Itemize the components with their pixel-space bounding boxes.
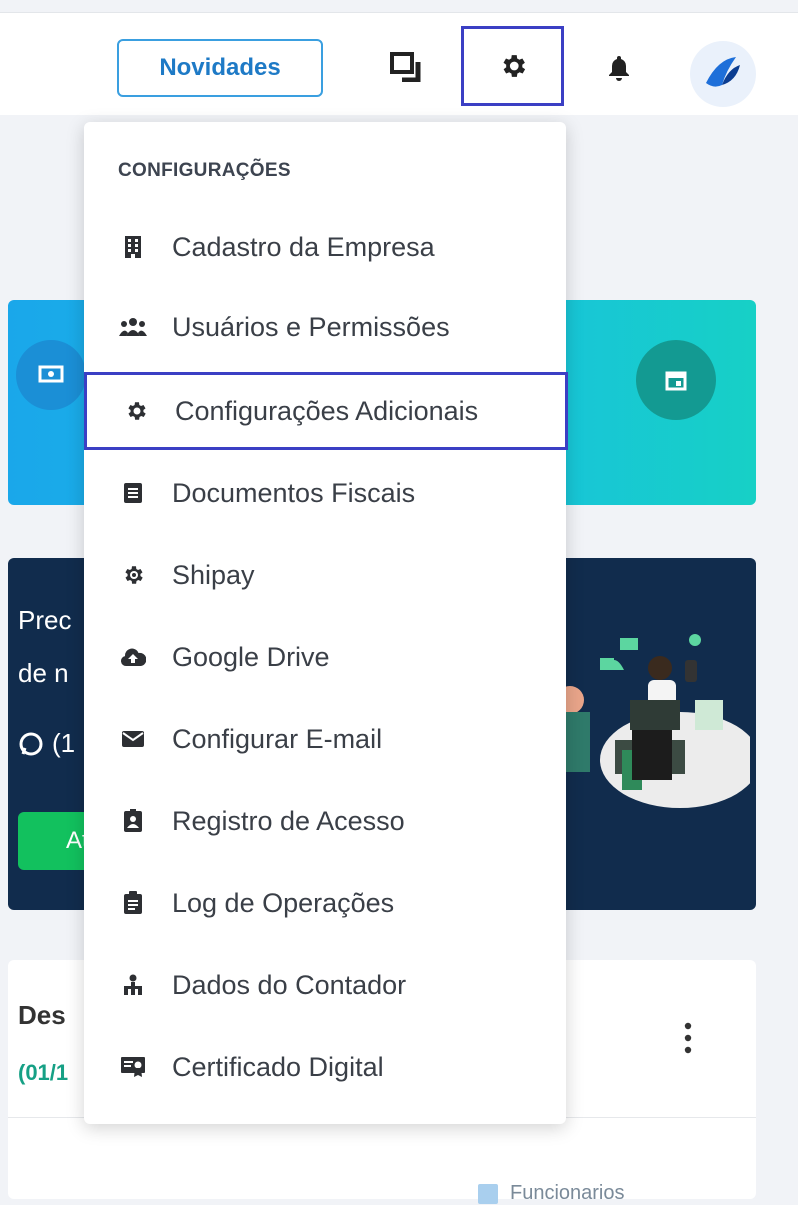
clipboard-icon — [118, 888, 148, 918]
menu-item-certificado-digital[interactable]: Certificado Digital — [84, 1028, 566, 1106]
id-badge-icon — [118, 806, 148, 836]
top-bar: Novidades — [0, 12, 798, 115]
gear-icon — [121, 396, 151, 426]
menu-item-label: Registro de Acesso — [172, 805, 405, 836]
menu-item-cadastro-empresa[interactable]: Cadastro da Empresa — [84, 208, 566, 286]
shipay-gear-icon — [118, 560, 148, 590]
menu-item-configurar-email[interactable]: Configurar E-mail — [84, 700, 566, 778]
document-icon — [118, 478, 148, 508]
menu-item-shipay[interactable]: Shipay — [84, 536, 566, 614]
menu-item-log-operacoes[interactable]: Log de Operações — [84, 864, 566, 942]
windows-icon[interactable] — [382, 45, 432, 89]
legend-swatch — [478, 1184, 498, 1204]
settings-dropdown: CONFIGURAÇÕES Cadastro da Empresa Usuári… — [84, 122, 568, 1124]
menu-item-label: Usuários e Permissões — [172, 311, 450, 342]
menu-item-label: Cadastro da Empresa — [172, 231, 435, 262]
legend-label: Funcionarios — [510, 1182, 625, 1204]
novidades-button[interactable]: Novidades — [117, 39, 323, 97]
promo-whatsapp-number: (1 — [52, 728, 76, 758]
menu-item-label: Shipay — [172, 559, 255, 590]
calendar-icon — [636, 340, 716, 420]
avatar[interactable] — [690, 41, 756, 107]
menu-item-label: Configurações Adicionais — [175, 395, 479, 426]
more-options-icon[interactable] — [682, 1018, 694, 1058]
envelope-icon — [118, 724, 148, 754]
gear-icon — [503, 55, 525, 77]
menu-item-usuarios-permissoes[interactable]: Usuários e Permissões — [84, 288, 566, 366]
menu-item-label: Certificado Digital — [172, 1051, 384, 1082]
menu-item-registro-acesso[interactable]: Registro de Acesso — [84, 782, 566, 860]
certificate-icon — [118, 1052, 148, 1082]
org-chart-icon — [118, 970, 148, 1000]
menu-item-label: Configurar E-mail — [172, 723, 383, 754]
dropdown-header: CONFIGURAÇÕES — [118, 160, 291, 181]
promo-whatsapp: (1 — [18, 728, 75, 759]
menu-item-google-drive[interactable]: Google Drive — [84, 618, 566, 696]
whatsapp-icon — [19, 732, 43, 755]
brand-logo-icon — [706, 57, 740, 87]
bell-icon[interactable] — [594, 43, 644, 93]
menu-item-documentos-fiscais[interactable]: Documentos Fiscais — [84, 454, 566, 532]
expenses-card-period: (01/1 — [18, 1060, 69, 1085]
menu-item-label: Log de Operações — [172, 887, 395, 918]
promo-line-2: de n — [18, 658, 69, 688]
settings-gear-button[interactable] — [461, 26, 564, 106]
users-icon — [118, 312, 148, 342]
support-illustration — [560, 634, 750, 808]
menu-item-configuracoes-adicionais[interactable]: Configurações Adicionais — [84, 372, 568, 450]
building-icon — [118, 232, 148, 262]
cloud-upload-icon — [118, 642, 148, 672]
menu-item-dados-contador[interactable]: Dados do Contador — [84, 946, 566, 1024]
promo-line-1: Prec — [18, 605, 72, 635]
menu-item-label: Dados do Contador — [172, 969, 407, 1000]
menu-item-label: Google Drive — [172, 641, 330, 672]
money-icon — [16, 340, 86, 410]
menu-item-label: Documentos Fiscais — [172, 477, 416, 508]
expenses-card-title: Des — [18, 1000, 66, 1030]
